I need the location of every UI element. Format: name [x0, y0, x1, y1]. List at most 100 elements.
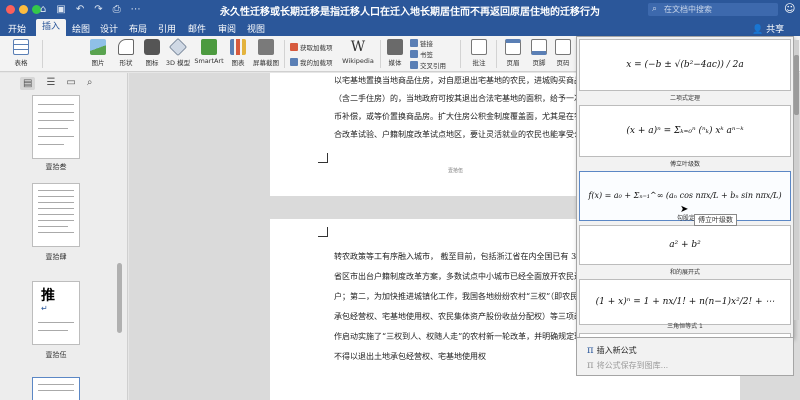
tab-mailings[interactable]: 邮件 — [188, 22, 206, 35]
shapes-label: 形状 — [119, 59, 133, 67]
search-icon[interactable]: ⌕ — [87, 77, 93, 90]
equation-item-quadratic[interactable]: x = (−b ± √(b²−4ac)) / 2a — [579, 39, 791, 91]
equation-gallery-scrollbar-thumb[interactable] — [794, 55, 799, 115]
equation-item-binomial[interactable]: (x + a)ⁿ = Σₖ₌₀ⁿ (ⁿₖ) xᵏ aⁿ⁻ᵏ — [579, 105, 791, 157]
tab-home[interactable]: 开始 — [8, 22, 26, 35]
equation-tooltip: 傅立叶级数 — [694, 214, 737, 226]
document-search-input[interactable]: ⌕ 在文档中搜索 — [648, 3, 778, 16]
save-icon[interactable]: ▣ — [56, 4, 65, 15]
tab-references[interactable]: 引用 — [158, 22, 176, 35]
bookmark-button[interactable]: 书签 — [410, 49, 433, 59]
pictures-label: 图片 — [91, 59, 105, 67]
shapes-button[interactable]: 形状 — [114, 39, 138, 67]
header-button[interactable]: 页眉 — [502, 39, 524, 67]
page-thumbnail-label: 壹拾肆 — [45, 253, 67, 261]
crop-mark — [318, 227, 328, 237]
print-icon[interactable]: ⎙ — [113, 4, 121, 15]
thumbnails-icon[interactable]: ▤ — [20, 77, 36, 90]
ribbon-separator — [284, 40, 285, 68]
share-label: 共享 — [766, 25, 785, 35]
link-label: 链接 — [420, 40, 433, 48]
comments-icon[interactable]: ▭ — [66, 77, 75, 90]
page-thumbnail[interactable] — [32, 95, 80, 159]
equation-category-label: 傅立叶级数 — [669, 161, 700, 168]
ribbon-separator — [42, 40, 43, 68]
comment-button[interactable]: 批注 — [468, 39, 490, 67]
crop-mark — [318, 153, 328, 163]
link-button[interactable]: 链接 — [410, 38, 433, 48]
comment-label: 批注 — [472, 59, 486, 67]
comment-icon — [471, 39, 487, 55]
home-icon[interactable]: ⌂ — [40, 4, 46, 15]
chart-button[interactable]: 图表 — [226, 39, 250, 67]
navigation-pane-scrollbar[interactable] — [117, 263, 122, 333]
share-button[interactable]: 👤 共享 — [752, 22, 784, 35]
page-thumbnail[interactable]: 推 ↵ — [32, 281, 80, 345]
table-icon — [13, 39, 29, 55]
close-window-icon[interactable] — [6, 5, 15, 14]
get-addins-label: 获取加载项 — [300, 44, 333, 52]
pictures-button[interactable]: 图片 — [86, 39, 110, 67]
tab-layout[interactable]: 布局 — [129, 22, 147, 35]
paragraph-line: 作启动实施了“三权到人、权随人走”的农村新一轮改革，并明确规定现阶段， — [334, 332, 607, 341]
more-icon[interactable]: ⋯ — [131, 4, 141, 15]
page-footer-text: 壹拾伍 — [448, 168, 464, 174]
icons-button[interactable]: 图标 — [140, 39, 164, 67]
ribbon-separator — [380, 40, 381, 68]
get-addins-button[interactable]: 获取加载项 — [290, 42, 333, 52]
my-addins-label: 我的加载项 — [300, 59, 333, 67]
3d-models-label: 3D 模型 — [165, 59, 191, 67]
ribbon-separator — [496, 40, 497, 68]
paragraph-line: 转农政策等工有序融入城市， 截至目前，包括浙江省在内全国已有 30 多个 — [334, 252, 600, 261]
equation-category-label: 二项式定理 — [669, 95, 700, 102]
page-number-icon — [555, 39, 571, 55]
wikipedia-button[interactable]: W Wikipedia — [340, 39, 376, 65]
equation-gallery-menu: π 插入新公式 π 将公式保存到图库... — [576, 338, 794, 376]
page-number-button[interactable]: 页码 — [552, 39, 574, 67]
tab-design[interactable]: 设计 — [100, 22, 118, 35]
equation-item-sum-expansion[interactable]: (1 + x)ⁿ = 1 + nx/1! + n(n−1)x²/2! + ⋯ — [579, 279, 791, 325]
save-selection-label: 将公式保存到图库... — [596, 361, 669, 370]
wikipedia-icon: W — [350, 39, 366, 55]
tab-insert[interactable]: 插入 — [36, 19, 67, 36]
tab-review[interactable]: 审阅 — [218, 22, 236, 35]
ribbon-tab-bar: 开始 插入 绘图 设计 布局 引用 邮件 审阅 视图 👤 共享 — [0, 19, 800, 36]
search-icon: ⌕ — [652, 4, 658, 14]
undo-icon[interactable]: ↶ — [76, 4, 84, 15]
redo-icon[interactable]: ↷ — [94, 4, 102, 15]
equation-category-label: 三角恒等式 1 — [667, 323, 703, 330]
smartart-label: SmartArt — [194, 57, 224, 65]
tab-view[interactable]: 视图 — [247, 22, 265, 35]
insert-new-equation-label: 插入新公式 — [596, 346, 637, 355]
paragraph-line: （含二手住房）的，当地政府可按其退出合法宅基地的面积，给予一次性货 — [334, 94, 598, 103]
minimize-window-icon[interactable] — [19, 5, 28, 14]
title-bar: ⌂ ▣ ↶ ↷ ⎙ ⋯ 永久性迁移或长期迁移是指迁移人口在迁入地长期居住而不再返… — [0, 0, 800, 19]
equation-item-pythagorean[interactable]: a² + b² — [579, 225, 791, 265]
screenshot-label: 屏幕截图 — [253, 59, 279, 67]
bookmark-icon — [410, 50, 418, 58]
page-thumbnail[interactable] — [32, 183, 80, 247]
tab-draw[interactable]: 绘图 — [72, 22, 90, 35]
pictures-icon — [90, 39, 106, 55]
page-thumbnail[interactable] — [32, 377, 80, 400]
screenshot-button[interactable]: 屏幕截图 — [252, 39, 280, 67]
page-number-label: 页码 — [556, 59, 570, 67]
paragraph-line: 不得以退出土地承包经营权、宅基地使用权 — [334, 352, 486, 361]
equation-category-label: 和的展开式 — [669, 269, 700, 276]
insert-new-equation-item[interactable]: π 插入新公式 — [587, 345, 637, 356]
footer-button[interactable]: 页脚 — [528, 39, 550, 67]
table-button[interactable]: 表格 — [8, 39, 34, 67]
shapes-icon — [118, 39, 134, 55]
3d-models-button[interactable]: 3D 模型 — [164, 37, 192, 67]
smartart-button[interactable]: SmartArt — [194, 39, 224, 65]
outline-icon[interactable]: ☰ — [46, 77, 55, 90]
save-selection-to-gallery-item[interactable]: π 将公式保存到图库... — [587, 360, 668, 371]
screenshot-icon — [258, 39, 274, 55]
cross-reference-button[interactable]: 交叉引用 — [410, 60, 446, 70]
feedback-icon[interactable]: ☺ — [784, 2, 795, 15]
my-addins-button[interactable]: 我的加载项 — [290, 57, 333, 67]
cross-reference-label: 交叉引用 — [420, 62, 446, 70]
chart-icon — [230, 39, 246, 55]
media-button[interactable]: 媒体 — [384, 39, 406, 67]
paragraph-line: 省区市出台户籍制度改革方案，多数试点中小城市已经全面放开农民进城落 — [334, 272, 598, 281]
